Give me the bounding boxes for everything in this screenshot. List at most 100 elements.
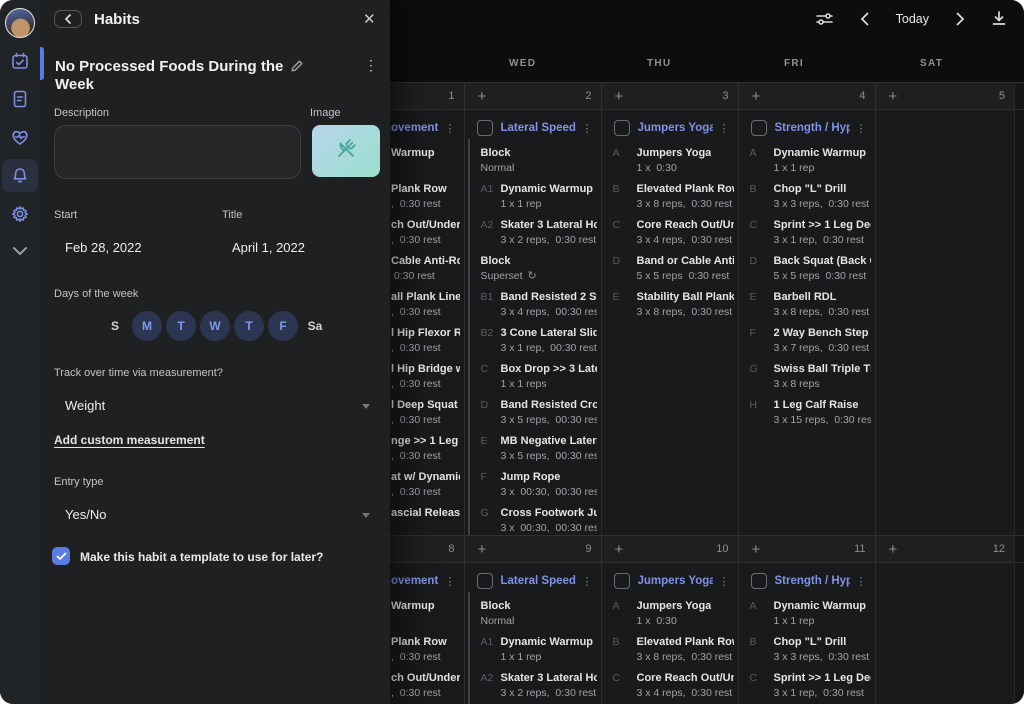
workout-card-body: Warmup Plank Row, 0:30 rest ch Out/Under, … <box>390 592 464 704</box>
download-icon[interactable] <box>992 11 1006 26</box>
exercise-row[interactable]: BElevated Plank Row3 x 8 reps, 0:30 rest <box>613 182 734 212</box>
add-workout-button[interactable]: + <box>752 89 761 104</box>
workout-menu-icon[interactable]: ⋮ <box>445 575 456 588</box>
habit-image[interactable] <box>312 125 380 177</box>
exercise-row[interactable]: CCore Reach Out/Under3 x 4 reps, 0:30 re… <box>613 671 734 701</box>
workout-menu-icon[interactable]: ⋮ <box>856 122 867 135</box>
workout-menu-icon[interactable]: ⋮ <box>445 122 456 135</box>
exercise-row[interactable]: DBand or Cable Anti Rotati...5 x 5 reps … <box>613 254 734 284</box>
exercise-row[interactable]: DBack Squat (Back Off Set)5 x 5 reps 0:3… <box>750 254 871 284</box>
add-workout-button[interactable]: + <box>478 542 487 557</box>
start-date-value[interactable]: Feb 28, 2022 <box>65 240 142 255</box>
exercise-row[interactable]: B23 Cone Lateral Slide3 x 1 rep, 00:30 r… <box>481 326 597 356</box>
add-workout-button[interactable]: + <box>615 542 624 557</box>
end-date-value[interactable]: April 1, 2022 <box>232 240 305 255</box>
close-icon[interactable]: ✕ <box>363 10 376 28</box>
prev-week-button[interactable] <box>860 12 869 26</box>
workout-menu-icon[interactable]: ⋮ <box>582 122 593 135</box>
next-week-button[interactable] <box>956 12 965 26</box>
exercise-row[interactable]: EBarbell RDL3 x 8 reps, 0:30 rest <box>750 290 871 320</box>
exercise-row[interactable]: Plank Row, 0:30 rest <box>391 635 460 665</box>
exercise-row[interactable]: F2 Way Bench Step Up3 x 7 reps, 0:30 res… <box>750 326 871 356</box>
description-input[interactable] <box>54 125 301 179</box>
add-workout-button[interactable]: + <box>889 542 898 557</box>
exercise-row[interactable]: l Hip Bridge w/ ..., 0:30 rest <box>391 362 460 392</box>
chevron-down-icon[interactable] <box>10 245 30 265</box>
workout-checkbox[interactable] <box>751 120 767 136</box>
exercise-row[interactable]: ADynamic Warmup1 x 1 rep <box>750 146 871 176</box>
exercise-row[interactable]: all Plank Linear ..., 0:30 rest <box>391 290 460 320</box>
add-workout-button[interactable]: + <box>478 89 487 104</box>
exercise-row[interactable]: DBand Resisted Crossover...3 x 5 reps, 0… <box>481 398 597 428</box>
workout-checkbox[interactable] <box>614 573 630 589</box>
exercise-row[interactable]: l Deep Squat Mo..., 0:30 rest <box>391 398 460 428</box>
exercise-row[interactable]: Cable Anti-Rotati... 0:30 rest <box>391 254 460 284</box>
exercise-detail: 3 x 5 reps, 00:30 rest <box>501 413 597 428</box>
exercise-row[interactable]: A2Skater 3 Lateral Hops >> ...3 x 2 reps… <box>481 671 597 701</box>
habit-menu-icon[interactable]: ⋮ <box>364 57 378 74</box>
exercise-row[interactable]: GSwiss Ball Triple Threat3 x 8 reps <box>750 362 871 392</box>
workout-menu-icon[interactable]: ⋮ <box>719 575 730 588</box>
document-icon[interactable] <box>10 89 30 109</box>
avatar[interactable] <box>5 8 35 38</box>
exercise-row[interactable]: nge >> 1 Leg St..., 0:30 rest <box>391 434 460 464</box>
heart-pulse-icon[interactable] <box>10 127 30 147</box>
exercise-row[interactable]: A1Dynamic Warmup1 x 1 rep <box>481 182 597 212</box>
exercise-row[interactable]: Warmup <box>391 599 460 629</box>
exercise-row[interactable]: EStability Ball Plank Linear ...3 x 8 re… <box>613 290 734 320</box>
day-chip-s[interactable]: S <box>102 311 128 341</box>
exercise-row[interactable]: ch Out/Under, 0:30 rest <box>391 671 460 701</box>
bell-icon[interactable] <box>10 166 30 186</box>
day-chip-w[interactable]: W <box>200 311 230 341</box>
exercise-row[interactable]: BChop "L" Drill3 x 3 reps, 0:30 rest <box>750 635 871 665</box>
add-workout-button[interactable]: + <box>889 89 898 104</box>
today-button[interactable]: Today <box>896 12 929 26</box>
add-workout-button[interactable]: + <box>752 542 761 557</box>
filter-sliders-icon[interactable] <box>816 12 833 26</box>
exercise-row[interactable]: BElevated Plank Row3 x 8 reps, 0:30 rest <box>613 635 734 665</box>
exercise-row[interactable]: ascial Release C... <box>391 506 460 535</box>
exercise-row[interactable]: CSprint >> 1 Leg Declarations3 x 1 rep, … <box>750 218 871 248</box>
edit-pencil-icon[interactable] <box>290 59 304 78</box>
day-chip-t[interactable]: T <box>234 311 264 341</box>
exercise-row[interactable]: l Hip Flexor Rais..., 0:30 rest <box>391 326 460 356</box>
exercise-row[interactable]: ADynamic Warmup1 x 1 rep <box>750 599 871 629</box>
exercise-row[interactable]: H1 Leg Calf Raise3 x 15 reps, 0:30 rest <box>750 398 871 428</box>
workout-checkbox[interactable] <box>477 573 493 589</box>
calendar-check-icon[interactable] <box>10 51 30 71</box>
exercise-row[interactable]: A2Skater 3 Lateral Hops >> ...3 x 2 reps… <box>481 218 597 248</box>
day-chip-sa[interactable]: Sa <box>302 311 328 341</box>
exercise-row[interactable]: Warmup <box>391 146 460 176</box>
exercise-row[interactable]: A1Dynamic Warmup1 x 1 rep <box>481 635 597 665</box>
exercise-row[interactable]: BChop "L" Drill3 x 3 reps, 0:30 rest <box>750 182 871 212</box>
exercise-row[interactable]: at w/ Dynamic P..., 0:30 rest <box>391 470 460 500</box>
entry-type-select[interactable]: Yes/No <box>65 507 106 522</box>
exercise-row[interactable]: Plank Row, 0:30 rest <box>391 182 460 212</box>
exercise-row[interactable]: AJumpers Yoga1 x 0:30 <box>613 599 734 629</box>
measurement-select[interactable]: Weight <box>65 398 105 413</box>
back-button[interactable] <box>54 10 82 28</box>
exercise-row[interactable]: B1Band Resisted 2 Step Late...3 x 4 reps… <box>481 290 597 320</box>
workout-menu-icon[interactable]: ⋮ <box>856 575 867 588</box>
add-custom-measurement-link[interactable]: Add custom measurement <box>54 433 205 447</box>
workout-checkbox[interactable] <box>477 120 493 136</box>
workout-menu-icon[interactable]: ⋮ <box>582 575 593 588</box>
workout-checkbox[interactable] <box>751 573 767 589</box>
exercise-row[interactable]: GCross Footwork Jump Rope3 x 00:30, 00:3… <box>481 506 597 535</box>
exercise-row[interactable]: CCore Reach Out/Under3 x 4 reps, 0:30 re… <box>613 218 734 248</box>
day-chip-m[interactable]: M <box>132 311 162 341</box>
exercise-row[interactable]: FJump Rope3 x 00:30, 00:30 rest <box>481 470 597 500</box>
add-workout-button[interactable]: + <box>615 89 624 104</box>
day-chip-f[interactable]: F <box>268 311 298 341</box>
exercise-row[interactable]: EMB Negative Lateral Hop...3 x 5 reps, 0… <box>481 434 597 464</box>
workout-menu-icon[interactable]: ⋮ <box>719 122 730 135</box>
workout-checkbox[interactable] <box>614 120 630 136</box>
day-chip-t[interactable]: T <box>166 311 196 341</box>
exercise-row[interactable]: ch Out/Under, 0:30 rest <box>391 218 460 248</box>
workout-title: Lateral Speed / Plyo <box>501 122 576 134</box>
exercise-row[interactable]: AJumpers Yoga1 x 0:30 <box>613 146 734 176</box>
exercise-row[interactable]: CBox Drop >> 3 Lateral H...1 x 1 reps <box>481 362 597 392</box>
gear-icon[interactable] <box>10 204 30 224</box>
template-checkbox[interactable] <box>52 547 70 565</box>
exercise-row[interactable]: CSprint >> 1 Leg Declarations3 x 1 rep, … <box>750 671 871 701</box>
